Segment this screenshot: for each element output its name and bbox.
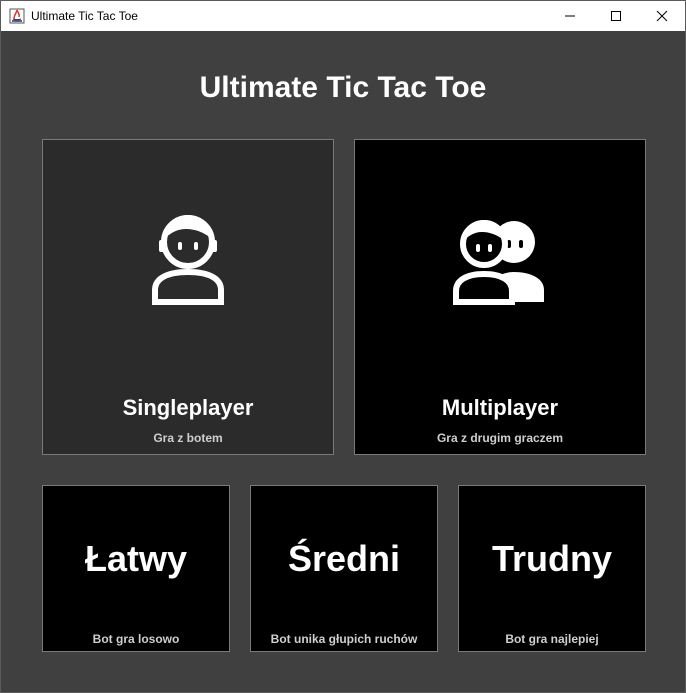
difficulty-hard-button[interactable]: Trudny Bot gra najlepiej [458,485,646,652]
title-bar[interactable]: Ultimate Tic Tac Toe [1,1,685,31]
difficulty-medium-subtitle: Bot unika głupich ruchów [270,632,418,646]
app-window: Ultimate Tic Tac Toe Ultimate Tic Tac To… [0,0,686,693]
multiplayer-subtitle: Gra z drugim graczem [436,431,564,445]
difficulty-hard-subtitle: Bot gra najlepiej [505,632,599,646]
close-button[interactable] [639,1,685,31]
multiplayer-button[interactable]: Multiplayer Gra z drugim graczem [354,139,646,455]
difficulty-medium-button[interactable]: Średni Bot unika głupich ruchów [250,485,438,652]
singleplayer-subtitle: Gra z botem [153,431,223,445]
difficulty-easy-title: Łatwy [84,538,188,579]
difficulty-easy-button[interactable]: Łatwy Bot gra losowo [42,485,230,652]
multiplayer-title: Multiplayer [441,395,559,420]
window-title: Ultimate Tic Tac Toe [31,9,138,23]
maximize-button[interactable] [593,1,639,31]
difficulty-medium-title: Średni [287,538,401,579]
difficulty-hard-title: Trudny [491,538,612,579]
java-app-icon [9,8,25,24]
two-people-icon [453,220,544,305]
difficulty-easy-subtitle: Bot gra losowo [92,632,180,646]
singleplayer-button[interactable]: Singleplayer Gra z botem [42,139,334,455]
person-icon [152,215,224,305]
singleplayer-title: Singleplayer [122,395,254,420]
close-icon [656,10,668,22]
maximize-icon [611,11,621,21]
minimize-icon [565,15,575,17]
page-title: Ultimate Tic Tac Toe [199,71,487,104]
minimize-button[interactable] [547,1,593,31]
